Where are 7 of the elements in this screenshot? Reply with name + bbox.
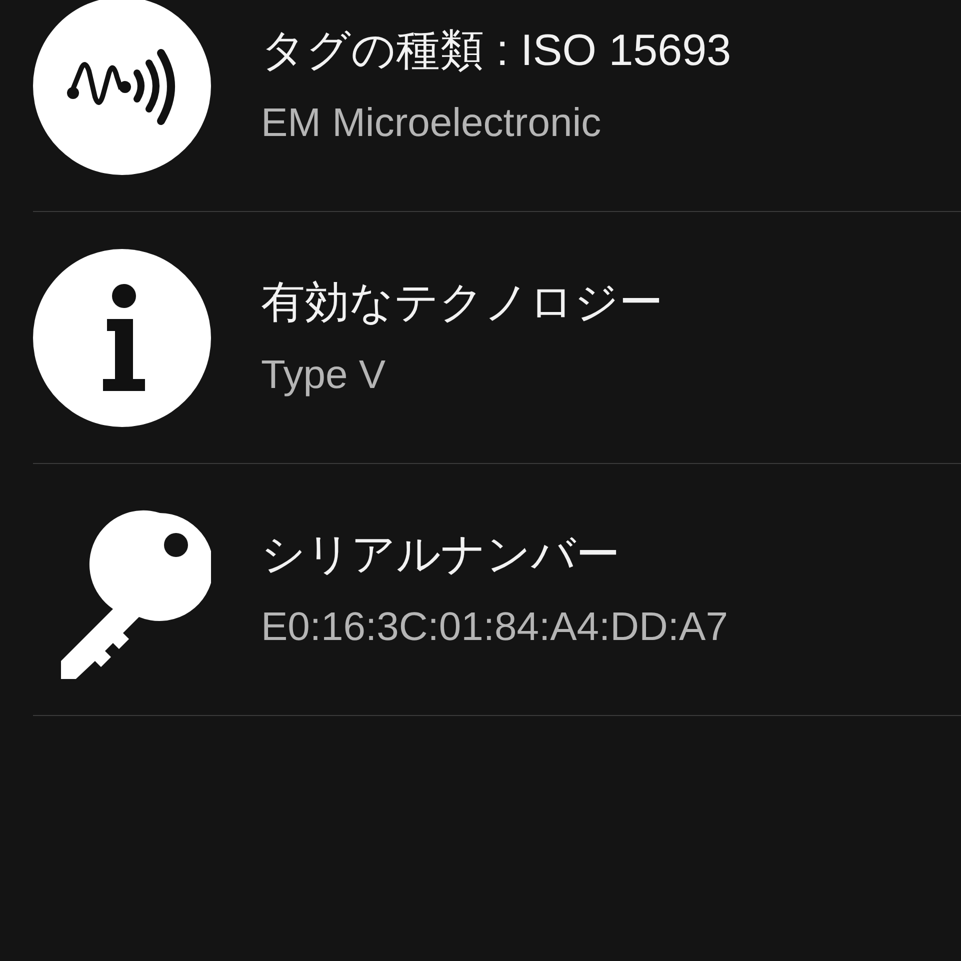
- row-title: タグの種類 : ISO 15693: [261, 24, 732, 76]
- info-icon: [33, 248, 211, 426]
- row-value: Type V: [261, 352, 387, 398]
- row-title: 有効なテクノロジー: [261, 276, 663, 328]
- row-value: E0:16:3C:01:84:A4:DD:A7: [261, 604, 728, 650]
- row-value: EM Microelectronic: [261, 100, 602, 146]
- row-title: シリアルナンバー: [261, 528, 621, 580]
